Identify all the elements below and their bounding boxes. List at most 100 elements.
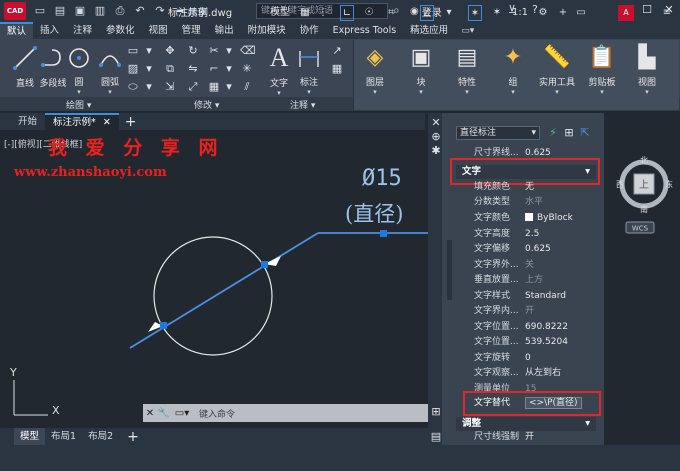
block-tool[interactable]: ▣ 块 ▾ — [398, 40, 444, 96]
scale-icon[interactable]: ⤢ — [186, 80, 200, 94]
panel-label-annotate[interactable]: 注释 ▾ — [290, 98, 315, 111]
dropdown-icon[interactable]: ▾ — [222, 44, 236, 58]
auto-scale-icon[interactable]: ✶ — [490, 5, 504, 21]
polar-icon[interactable]: ☉ — [362, 5, 376, 21]
add-icon[interactable]: + — [556, 5, 570, 21]
close-palette-icon[interactable]: ✕ — [429, 116, 443, 130]
app-logo[interactable]: CAD — [4, 2, 26, 20]
tab-output[interactable]: 输出 — [208, 22, 241, 39]
utilities-tool[interactable]: 📏 实用工具 ▾ — [534, 40, 580, 96]
palette-options-icon[interactable]: ⊞ — [429, 405, 443, 419]
ortho-icon[interactable]: ∟ — [340, 5, 354, 21]
object-snap-icon[interactable]: ∠ — [420, 5, 434, 21]
trim-icon[interactable]: ✂ — [207, 44, 221, 58]
annotation-scale[interactable]: 1:1 — [508, 5, 532, 21]
isodraft-icon[interactable]: ⌗ — [384, 5, 398, 21]
customize-icon[interactable]: ≡ — [660, 5, 674, 21]
property-row[interactable]: 文字高度 2.5 — [456, 228, 604, 241]
maximize-button[interactable]: ☐ — [638, 2, 656, 18]
annotation-visibility-icon[interactable]: ✶ — [468, 5, 482, 21]
properties-tool[interactable]: ▤ 特性 ▾ — [444, 40, 490, 96]
save-icon[interactable]: ▣ — [74, 5, 86, 17]
property-row[interactable]: 文字位置... 690.8222 — [456, 321, 604, 334]
dimension-text-override[interactable]: (直径) — [345, 198, 403, 228]
property-row[interactable]: 文字样式 Standard — [456, 290, 604, 303]
tab-manage[interactable]: 管理 — [175, 22, 208, 39]
pickadd-icon[interactable]: ⇱ — [578, 126, 592, 140]
tab-insert[interactable]: 插入 — [33, 22, 66, 39]
panel-label-modify[interactable]: 修改 ▾ — [194, 98, 219, 111]
grid-icon[interactable]: ▦ — [298, 5, 312, 21]
section-header-fit[interactable]: 调整 ▾ — [456, 417, 596, 431]
tab-view[interactable]: 视图 — [142, 22, 175, 39]
property-row[interactable]: 文字旋转 0 — [456, 352, 604, 365]
wrench-icon[interactable]: 🔧 — [157, 408, 171, 419]
property-row[interactable]: 尺寸线强制开 — [456, 431, 604, 444]
mirror-icon[interactable]: ⇋ — [186, 62, 200, 76]
palette-settings-icon[interactable]: ✱ — [429, 144, 443, 158]
circle-entity[interactable] — [153, 236, 273, 356]
tab-featured-apps[interactable]: 精选应用 — [403, 22, 455, 39]
property-row[interactable]: 文字界外... 关 — [456, 259, 604, 272]
viewcube[interactable]: 上 北 南 西 东 WCS — [612, 150, 676, 240]
tab-layout2[interactable]: 布局2 — [82, 428, 119, 445]
tab-express-tools[interactable]: Express Tools — [326, 22, 404, 39]
explode-icon[interactable]: ✳ — [240, 62, 254, 76]
copy-icon[interactable]: ⧉ — [163, 62, 177, 76]
grip-point[interactable] — [261, 261, 268, 268]
dropdown-icon[interactable]: ▾ — [142, 80, 156, 94]
new-tab-icon[interactable]: + — [125, 114, 137, 130]
property-row[interactable]: 分数类型 水平 — [456, 196, 604, 209]
compass-north[interactable]: 北 — [640, 156, 648, 165]
rotate-icon[interactable]: ↻ — [186, 44, 200, 58]
add-layout-icon[interactable]: + — [127, 429, 139, 445]
hatch-icon[interactable]: ▨ — [126, 62, 140, 76]
tab-drawing[interactable]: 标注示例* ✕ — [45, 113, 119, 130]
new-file-icon[interactable]: ▭ — [34, 5, 46, 17]
erase-icon[interactable]: ⌫ — [240, 44, 256, 58]
save-as-icon[interactable]: ▥ — [94, 5, 106, 17]
model-space-button[interactable]: 模型 — [266, 5, 294, 21]
palette-toggle-icon[interactable]: ▤ — [429, 430, 443, 444]
tab-addins[interactable]: 附加模块 — [241, 22, 293, 39]
view-tool[interactable]: ▙ 视图 ▾ — [624, 40, 670, 96]
clipboard-tool[interactable]: 📋 剪贴板 ▾ — [579, 40, 625, 96]
property-row[interactable]: 垂直放置... 上方 — [456, 274, 604, 287]
ellipse-icon[interactable]: ⬭ — [126, 80, 140, 94]
property-row[interactable]: 文字观察... 从左到右 — [456, 367, 604, 380]
tab-default[interactable]: 默认 — [0, 22, 34, 39]
dropdown-icon[interactable]: ▾ — [442, 5, 456, 21]
stretch-icon[interactable]: ⇲ — [163, 80, 177, 94]
fillet-icon[interactable]: ⌐ — [207, 62, 221, 76]
close-cmd-icon[interactable]: ✕ — [143, 408, 157, 419]
dimension-line[interactable] — [129, 232, 319, 349]
dropdown-icon[interactable]: ▾ — [222, 80, 236, 94]
undo-icon[interactable]: ↶ — [134, 5, 146, 17]
group-tool[interactable]: ✦ 组 ▾ — [490, 40, 536, 96]
palette-scrollbar[interactable] — [447, 240, 452, 300]
command-history-icon[interactable]: ▭▾ — [171, 408, 193, 419]
grip-point[interactable] — [160, 322, 167, 329]
leader-icon[interactable]: ↗ — [330, 44, 344, 58]
property-row[interactable]: 文字界内... 开 — [456, 305, 604, 318]
tab-start[interactable]: 开始 — [10, 113, 45, 130]
table-icon[interactable]: ▦ — [330, 62, 344, 76]
monitor-icon[interactable]: ▭ — [574, 5, 588, 21]
offset-icon[interactable]: ⫽ — [240, 80, 254, 94]
dropdown-icon[interactable]: ▾ — [142, 62, 156, 76]
tab-collaborate[interactable]: 协作 — [293, 22, 326, 39]
settings-icon[interactable]: ⚙ — [536, 5, 550, 21]
layer-tool[interactable]: ◈ 图层 ▾ — [352, 40, 398, 96]
dimension-tool[interactable]: 标注 ▾ — [286, 40, 332, 96]
command-input[interactable]: 键入命令 — [199, 407, 235, 420]
pin-icon[interactable]: ⊕ — [429, 130, 443, 144]
tab-layout1[interactable]: 布局1 — [45, 428, 82, 445]
tab-model[interactable]: 模型 — [14, 428, 46, 445]
quick-select-icon[interactable]: ⚡ — [546, 126, 560, 140]
select-objects-icon[interactable]: ⊞ — [562, 126, 576, 140]
array-icon[interactable]: ▦ — [207, 80, 221, 94]
property-row[interactable]: 填充颜色无 — [456, 181, 604, 194]
property-row[interactable]: 文字位置... 539.5204 — [456, 336, 604, 349]
object-type-select[interactable]: 直径标注 ▾ — [456, 126, 540, 140]
compass-west[interactable]: 西 — [616, 180, 624, 189]
